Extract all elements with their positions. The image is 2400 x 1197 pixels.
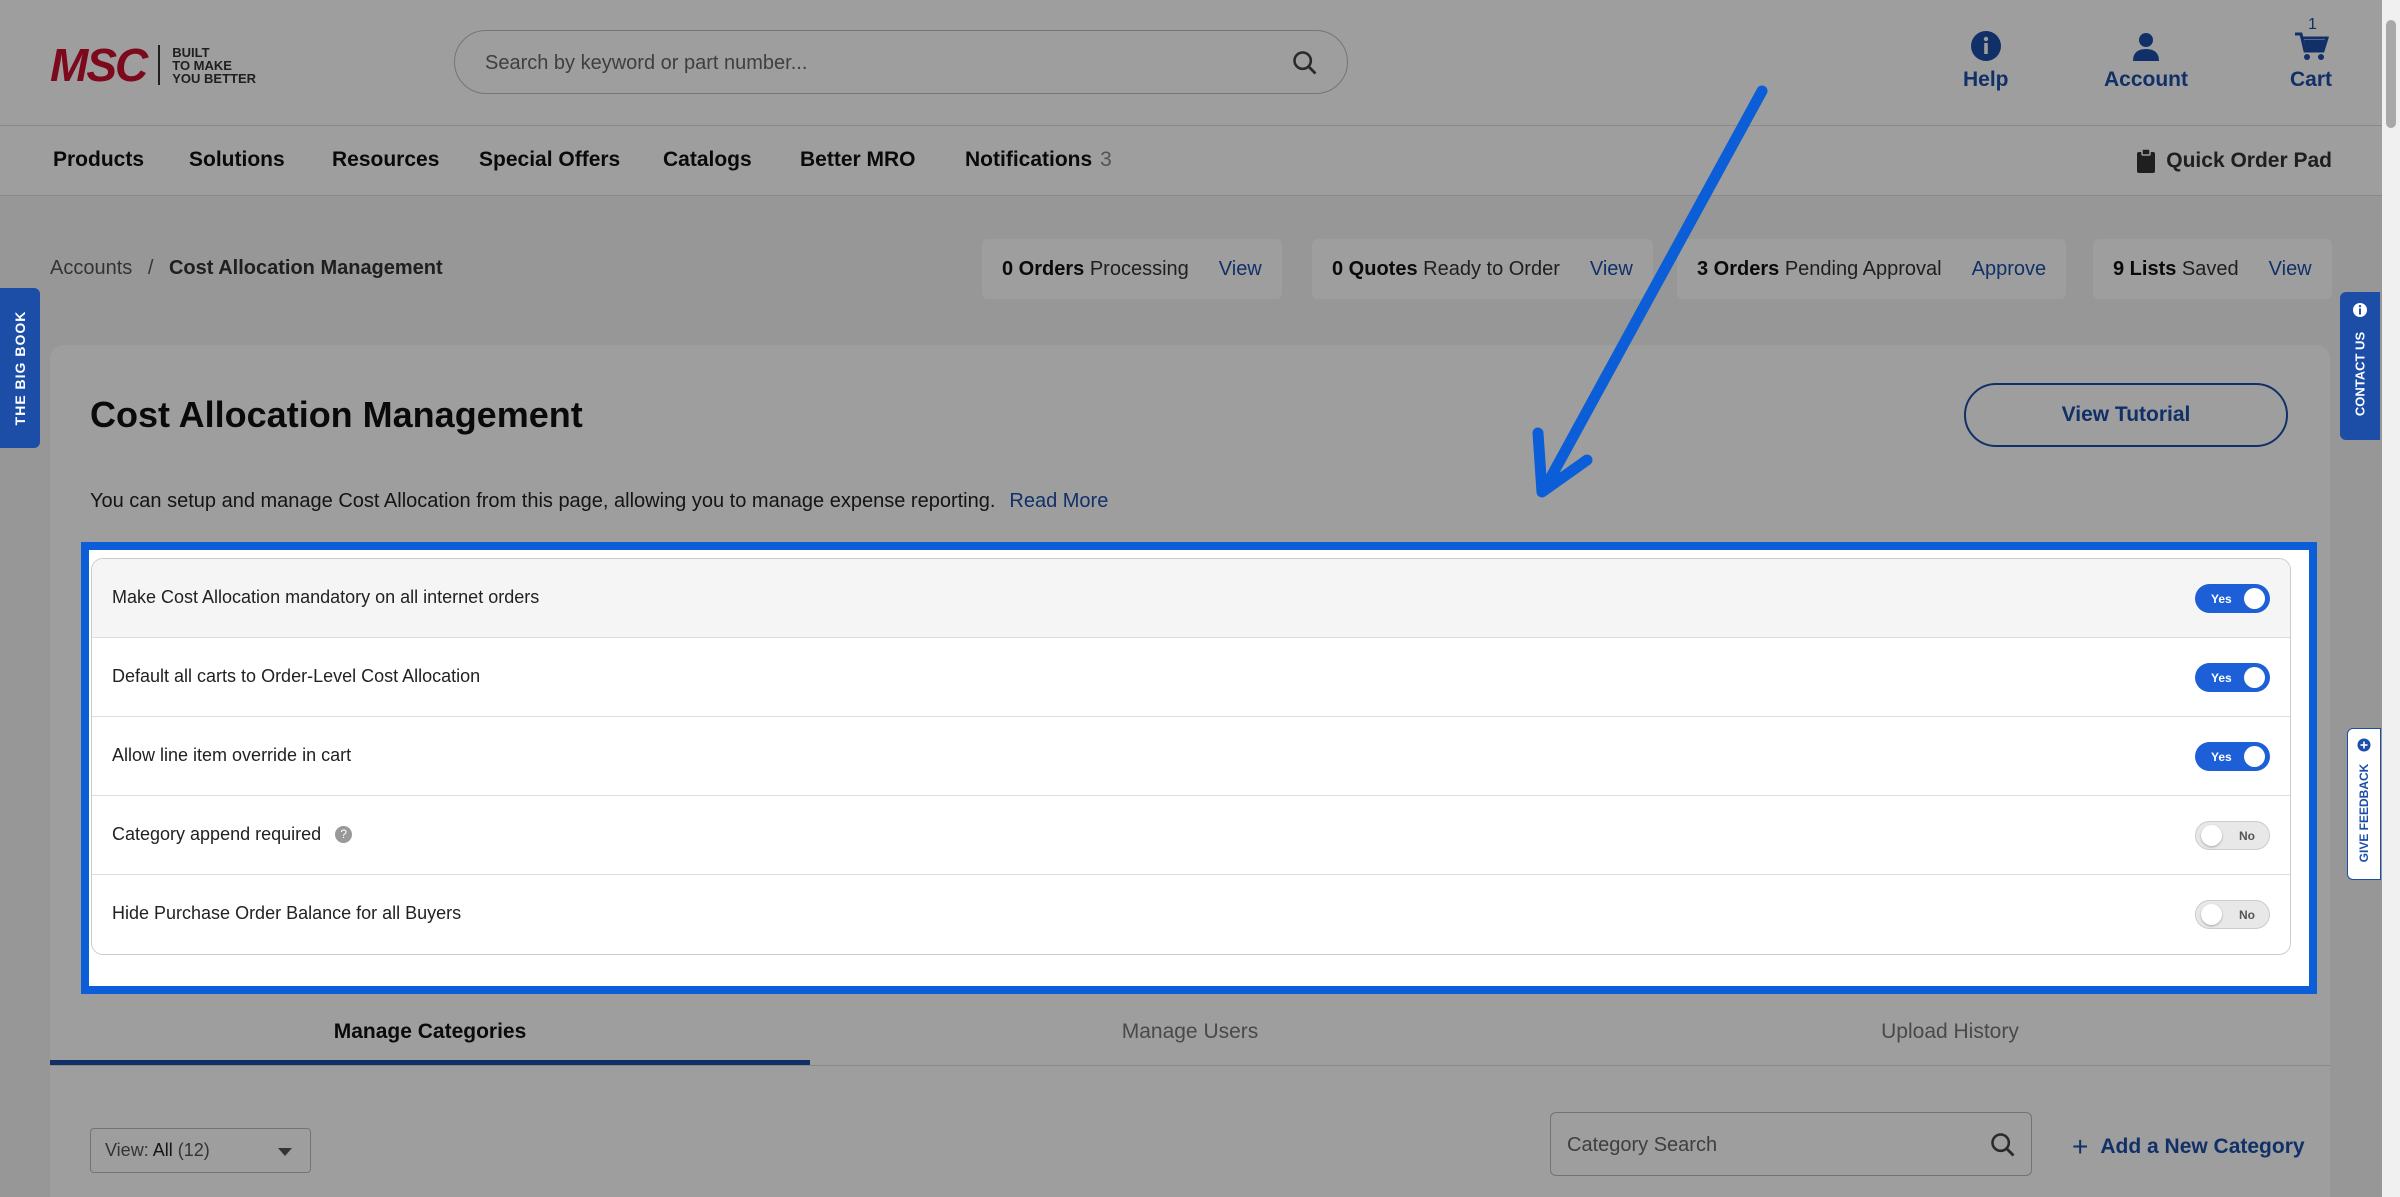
annotation-arrow-icon — [1532, 85, 1768, 498]
